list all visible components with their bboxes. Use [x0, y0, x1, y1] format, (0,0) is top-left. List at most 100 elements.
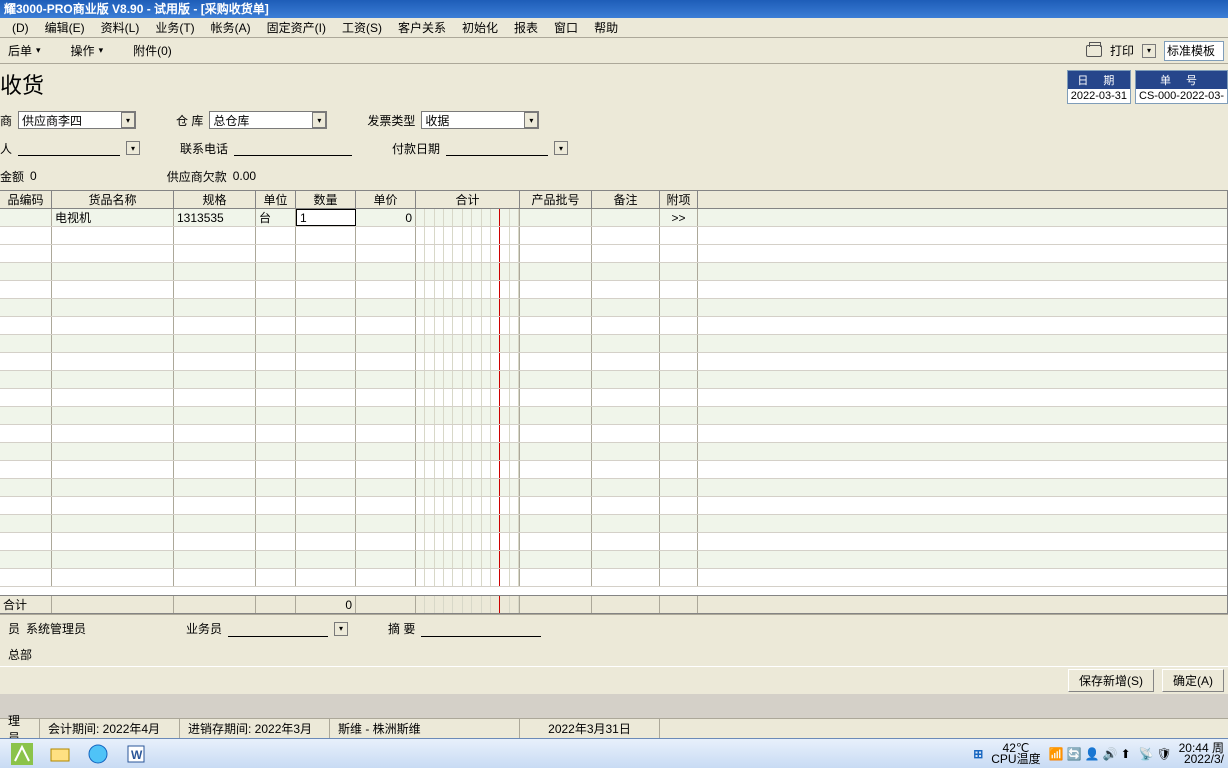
cell-unit[interactable]: 台: [256, 209, 296, 226]
tray-clock[interactable]: 20:44 周 2022/3/: [1179, 743, 1224, 765]
grid-body[interactable]: 电视机 1313535 台 1 0 >> document.write(Arra…: [0, 209, 1227, 595]
toolbar: 后单 操作 附件(0) 打印 ▾ 标准模板: [0, 38, 1228, 64]
col-spec[interactable]: 规格: [174, 191, 256, 208]
menu-item[interactable]: 报表: [506, 19, 546, 36]
sales-dropdown[interactable]: ▾: [334, 622, 348, 636]
menu-item[interactable]: 帮助: [586, 19, 626, 36]
tray-icon[interactable]: 👤: [1085, 747, 1099, 761]
phone-input[interactable]: [234, 140, 352, 156]
cell-qty[interactable]: 1: [296, 209, 356, 226]
menu-item[interactable]: 固定资产(I): [259, 19, 334, 36]
table-row[interactable]: [0, 227, 1227, 245]
cell-total[interactable]: [416, 209, 520, 226]
col-batch[interactable]: 产品批号: [520, 191, 592, 208]
tray-icon[interactable]: 📶: [1049, 747, 1063, 761]
back-doc-button[interactable]: 后单: [8, 42, 41, 59]
ok-button[interactable]: 确定(A): [1162, 669, 1224, 692]
table-row[interactable]: [0, 443, 1227, 461]
table-row[interactable]: [0, 497, 1227, 515]
status-date: 2022年3月31日: [520, 719, 660, 738]
print-button[interactable]: 打印: [1110, 42, 1134, 59]
tray-icon[interactable]: 🔊: [1103, 747, 1117, 761]
taskbar-word-icon[interactable]: W: [118, 741, 154, 767]
table-row[interactable]: [0, 515, 1227, 533]
person-input[interactable]: [18, 140, 120, 156]
tray-icon[interactable]: ⬆: [1121, 747, 1135, 761]
table-row[interactable]: [0, 245, 1227, 263]
menu-item[interactable]: 资料(L): [93, 19, 148, 36]
table-row[interactable]: [0, 551, 1227, 569]
paydate-input[interactable]: [446, 140, 548, 156]
cell-attach[interactable]: >>: [660, 209, 698, 226]
table-row[interactable]: [0, 353, 1227, 371]
template-select[interactable]: 标准模板: [1164, 41, 1224, 61]
operate-button[interactable]: 操作: [71, 42, 104, 59]
tray-icon[interactable]: 🛡: [1157, 747, 1171, 761]
attachment-button[interactable]: 附件(0): [133, 42, 172, 59]
taskbar-browser-icon[interactable]: [80, 741, 116, 767]
cell-name[interactable]: 电视机: [52, 209, 174, 226]
taskbar-explorer-icon[interactable]: [42, 741, 78, 767]
table-row[interactable]: [0, 461, 1227, 479]
docno-value[interactable]: CS-000-2022-03-: [1136, 89, 1227, 103]
col-remark[interactable]: 备注: [592, 191, 660, 208]
person-dropdown[interactable]: ▾: [126, 141, 140, 155]
system-tray: ⊞ 42℃ CPU温度 📶 🔄 👤 🔊 ⬆ 📡 🛡 20:44 周 2022/3…: [973, 743, 1224, 765]
tray-icon[interactable]: 📡: [1139, 747, 1153, 761]
menu-item[interactable]: 编辑(E): [37, 19, 93, 36]
col-total[interactable]: 合计: [416, 191, 520, 208]
sales-input[interactable]: [228, 621, 328, 637]
menu-item[interactable]: 窗口: [546, 19, 586, 36]
tray-icons[interactable]: 📶 🔄 👤 🔊 ⬆ 📡 🛡: [1049, 747, 1171, 761]
col-price[interactable]: 单价: [356, 191, 416, 208]
warehouse-combo[interactable]: 总仓库▾: [209, 111, 327, 129]
col-qty[interactable]: 数量: [296, 191, 356, 208]
invoice-label: 发票类型: [367, 112, 415, 129]
table-row[interactable]: [0, 407, 1227, 425]
taskbar: W ⊞ 42℃ CPU温度 📶 🔄 👤 🔊 ⬆ 📡 🛡 20:44 周 2022…: [0, 738, 1228, 768]
window-title-bar: 耀3000-PRO商业版 V8.90 - 试用版 - [采购收货单]: [0, 0, 1228, 18]
summary-input[interactable]: [421, 621, 541, 637]
menu-item[interactable]: (D): [4, 21, 37, 35]
cell-price[interactable]: 0: [356, 209, 416, 226]
items-grid[interactable]: 品编码 货品名称 规格 单位 数量 单价 合计 产品批号 备注 附项 电视机 1…: [0, 190, 1228, 614]
col-attach[interactable]: 附项: [660, 191, 698, 208]
printer-icon: [1086, 45, 1102, 57]
paydate-dropdown[interactable]: ▾: [554, 141, 568, 155]
table-row[interactable]: [0, 281, 1227, 299]
table-row[interactable]: [0, 389, 1227, 407]
footer-fields: 员 系统管理员 业务员 ▾ 摘 要: [0, 614, 1228, 642]
dept-row: 总部: [0, 642, 1228, 666]
table-row[interactable]: [0, 425, 1227, 443]
table-row[interactable]: 电视机 1313535 台 1 0 >>: [0, 209, 1227, 227]
menu-item[interactable]: 初始化: [454, 19, 506, 36]
table-row[interactable]: [0, 371, 1227, 389]
table-row[interactable]: [0, 263, 1227, 281]
debt-label: 供应商欠款: [167, 168, 227, 185]
table-row[interactable]: [0, 479, 1227, 497]
menu-item[interactable]: 工资(S): [334, 19, 390, 36]
menu-item[interactable]: 客户关系: [390, 19, 454, 36]
template-value: 标准模板: [1167, 42, 1215, 59]
col-name[interactable]: 货品名称: [52, 191, 174, 208]
table-row[interactable]: [0, 299, 1227, 317]
cell-spec[interactable]: 1313535: [174, 209, 256, 226]
print-dropdown[interactable]: ▾: [1142, 44, 1156, 58]
table-row[interactable]: [0, 317, 1227, 335]
col-unit[interactable]: 单位: [256, 191, 296, 208]
supplier-combo[interactable]: 供应商李四▾: [18, 111, 136, 129]
table-row[interactable]: [0, 569, 1227, 587]
menu-item[interactable]: 业务(T): [147, 19, 202, 36]
invoice-value: 收据: [425, 112, 449, 129]
status-period: 会计期间: 2022年4月: [40, 719, 180, 738]
table-row[interactable]: [0, 335, 1227, 353]
invoice-combo[interactable]: 收据▾: [421, 111, 539, 129]
menu-item[interactable]: 帐务(A): [203, 19, 259, 36]
document-title: 收货: [0, 68, 44, 106]
save-new-button[interactable]: 保存新增(S): [1068, 669, 1154, 692]
taskbar-app-icon[interactable]: [4, 741, 40, 767]
date-value[interactable]: 2022-03-31: [1068, 89, 1130, 103]
col-code[interactable]: 品编码: [0, 191, 52, 208]
tray-icon[interactable]: 🔄: [1067, 747, 1081, 761]
table-row[interactable]: [0, 533, 1227, 551]
